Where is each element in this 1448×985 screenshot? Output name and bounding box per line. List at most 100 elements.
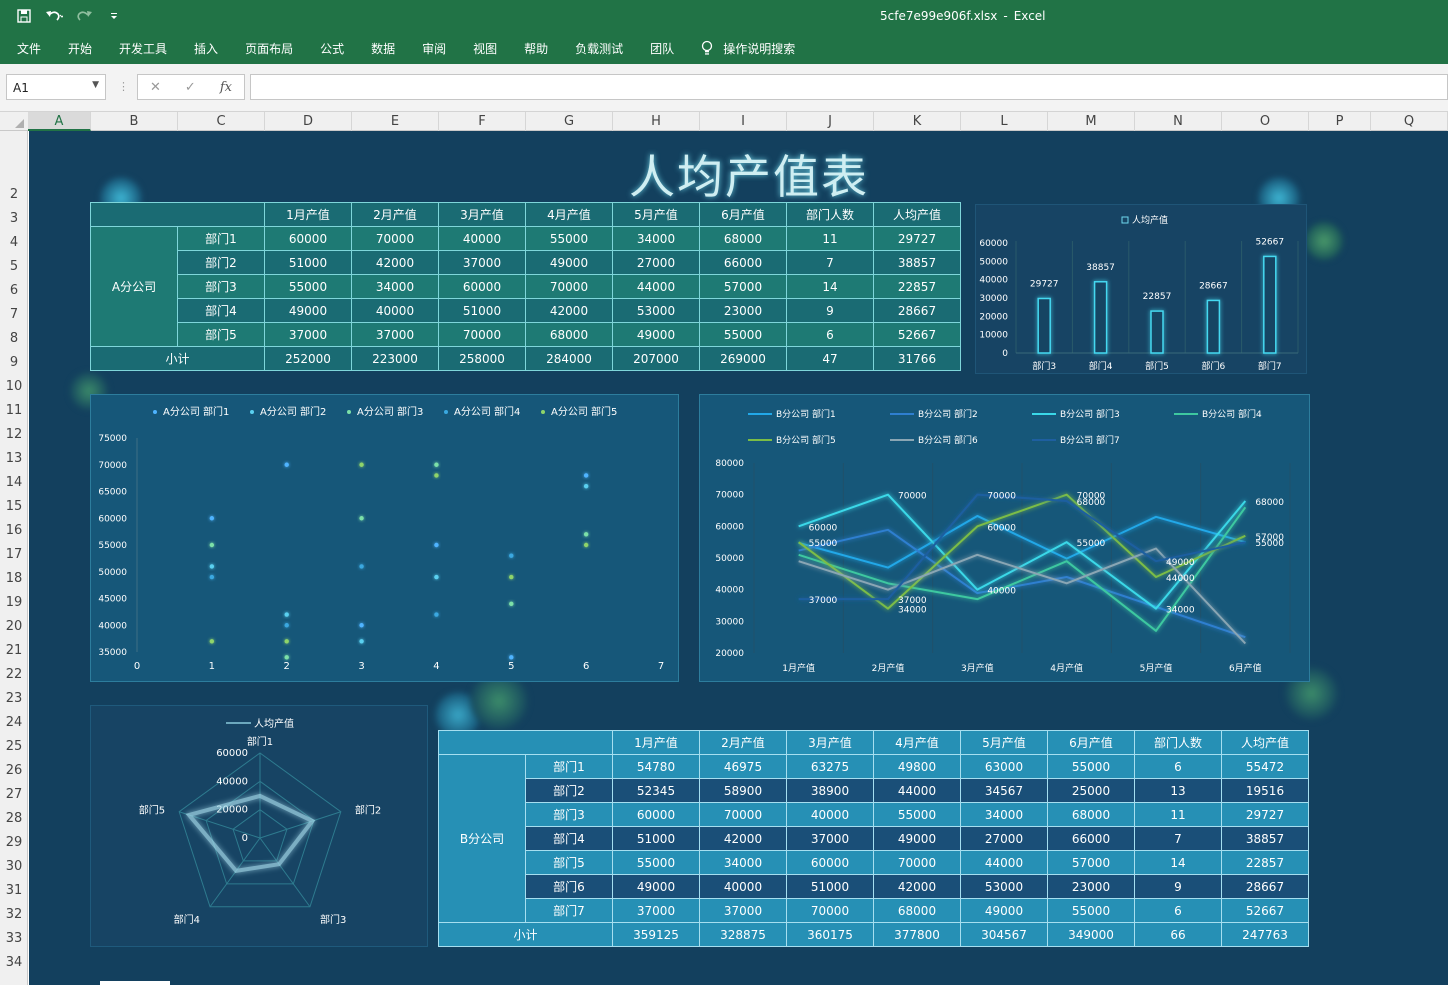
dept-cell[interactable]: 部门1 — [177, 226, 265, 251]
row-header-28[interactable]: 28 — [0, 811, 28, 826]
value-cell[interactable]: 51000 — [438, 298, 526, 323]
undo-icon[interactable] — [44, 6, 64, 26]
value-cell[interactable]: 63275 — [786, 754, 874, 779]
row-header-26[interactable]: 26 — [0, 763, 28, 778]
subtotal-cell[interactable]: 47 — [786, 346, 874, 371]
column-header-D[interactable]: D — [265, 112, 352, 131]
row-header-29[interactable]: 29 — [0, 835, 28, 850]
column-header-P[interactable]: P — [1309, 112, 1371, 131]
value-cell[interactable]: 37000 — [264, 322, 352, 347]
insert-function-icon[interactable]: fx — [220, 80, 232, 95]
dept-cell[interactable]: 部门2 — [177, 250, 265, 275]
row-header-24[interactable]: 24 — [0, 715, 28, 730]
row-header-2[interactable]: 2 — [0, 187, 28, 202]
value-cell[interactable]: 6 — [1134, 898, 1222, 923]
subtotal-cell[interactable]: 258000 — [438, 346, 526, 371]
value-cell[interactable]: 55472 — [1221, 754, 1309, 779]
value-cell[interactable]: 52345 — [612, 778, 700, 803]
name-box[interactable]: A1 ▼ — [6, 74, 106, 100]
value-cell[interactable]: 38857 — [1221, 826, 1309, 851]
row-header-19[interactable]: 19 — [0, 595, 28, 610]
redo-icon[interactable] — [74, 6, 94, 26]
table-a-header[interactable]: 人均产值 — [873, 202, 961, 227]
row-header-9[interactable]: 9 — [0, 355, 28, 370]
value-cell[interactable]: 60000 — [438, 274, 526, 299]
value-cell[interactable]: 38857 — [873, 250, 961, 275]
tab-formulas[interactable]: 公式 — [320, 40, 344, 57]
row-header-25[interactable]: 25 — [0, 739, 28, 754]
value-cell[interactable]: 46975 — [699, 754, 787, 779]
dept-cell[interactable]: 部门2 — [525, 778, 613, 803]
column-header-N[interactable]: N — [1135, 112, 1222, 131]
value-cell[interactable]: 55000 — [264, 274, 352, 299]
value-cell[interactable]: 38900 — [786, 778, 874, 803]
dept-cell[interactable]: 部门5 — [525, 850, 613, 875]
row-header-33[interactable]: 33 — [0, 931, 28, 946]
row-header-16[interactable]: 16 — [0, 523, 28, 538]
value-cell[interactable]: 55000 — [873, 802, 961, 827]
subtotal-cell[interactable]: 247763 — [1221, 922, 1309, 947]
value-cell[interactable]: 68000 — [873, 898, 961, 923]
dept-cell[interactable]: 部门7 — [525, 898, 613, 923]
subtotal-cell[interactable]: 360175 — [786, 922, 874, 947]
table-b-group-cell[interactable]: B分公司 — [438, 754, 526, 923]
value-cell[interactable]: 22857 — [873, 274, 961, 299]
value-cell[interactable]: 68000 — [1047, 802, 1135, 827]
column-header-E[interactable]: E — [352, 112, 439, 131]
tab-team[interactable]: 团队 — [650, 40, 674, 57]
value-cell[interactable]: 49000 — [264, 298, 352, 323]
subtotal-cell[interactable]: 269000 — [699, 346, 787, 371]
bar-chart-panel[interactable]: 人均产值 0 10000 20000 30000 40000 50000 60000 29727… — [975, 204, 1307, 374]
table-a-header[interactable]: 5月产值 — [612, 202, 700, 227]
table-b-header[interactable]: 6月产值 — [1047, 730, 1135, 755]
value-cell[interactable]: 66000 — [1047, 826, 1135, 851]
table-a-group-cell[interactable]: A分公司 — [90, 226, 178, 347]
value-cell[interactable]: 37000 — [351, 322, 439, 347]
value-cell[interactable]: 9 — [786, 298, 874, 323]
value-cell[interactable]: 19516 — [1221, 778, 1309, 803]
value-cell[interactable]: 23000 — [699, 298, 787, 323]
row-header-31[interactable]: 31 — [0, 883, 28, 898]
value-cell[interactable]: 34567 — [960, 778, 1048, 803]
dept-cell[interactable]: 部门4 — [177, 298, 265, 323]
subtotal-cell[interactable]: 66 — [1134, 922, 1222, 947]
row-header-14[interactable]: 14 — [0, 475, 28, 490]
value-cell[interactable]: 44000 — [960, 850, 1048, 875]
value-cell[interactable]: 9 — [1134, 874, 1222, 899]
value-cell[interactable]: 55000 — [1047, 754, 1135, 779]
value-cell[interactable]: 27000 — [612, 250, 700, 275]
subtotal-label[interactable]: 小计 — [90, 346, 265, 371]
tab-review[interactable]: 审阅 — [422, 40, 446, 57]
value-cell[interactable]: 23000 — [1047, 874, 1135, 899]
cancel-icon[interactable]: ✕ — [150, 80, 161, 95]
table-a-corner-cell[interactable] — [90, 202, 265, 227]
value-cell[interactable]: 57000 — [1047, 850, 1135, 875]
subtotal-cell[interactable]: 252000 — [264, 346, 352, 371]
table-b-header[interactable]: 3月产值 — [786, 730, 874, 755]
subtotal-label[interactable]: 小计 — [438, 922, 613, 947]
subtotal-cell[interactable]: 207000 — [612, 346, 700, 371]
row-header-27[interactable]: 27 — [0, 787, 28, 802]
table-b-header[interactable]: 5月产值 — [960, 730, 1048, 755]
value-cell[interactable]: 42000 — [525, 298, 613, 323]
table-b-header[interactable]: 部门人数 — [1134, 730, 1222, 755]
value-cell[interactable]: 40000 — [438, 226, 526, 251]
column-header-F[interactable]: F — [439, 112, 526, 131]
worksheet[interactable]: 人均产值表 1月产值 2月产值 3月产值 4月产值 5月产值 6月产值 部门人数… — [29, 131, 1448, 985]
row-header-17[interactable]: 17 — [0, 547, 28, 562]
value-cell[interactable]: 55000 — [612, 850, 700, 875]
value-cell[interactable]: 11 — [1134, 802, 1222, 827]
row-header-20[interactable]: 20 — [0, 619, 28, 634]
tab-help[interactable]: 帮助 — [524, 40, 548, 57]
row-header-22[interactable]: 22 — [0, 667, 28, 682]
value-cell[interactable]: 29727 — [873, 226, 961, 251]
value-cell[interactable]: 60000 — [264, 226, 352, 251]
value-cell[interactable]: 49000 — [873, 826, 961, 851]
value-cell[interactable]: 40000 — [786, 802, 874, 827]
select-all-button[interactable] — [0, 112, 28, 131]
value-cell[interactable]: 70000 — [525, 274, 613, 299]
value-cell[interactable]: 55000 — [699, 322, 787, 347]
column-header-L[interactable]: L — [961, 112, 1048, 131]
tab-load-test[interactable]: 负载测试 — [575, 40, 623, 57]
column-header-G[interactable]: G — [526, 112, 613, 131]
